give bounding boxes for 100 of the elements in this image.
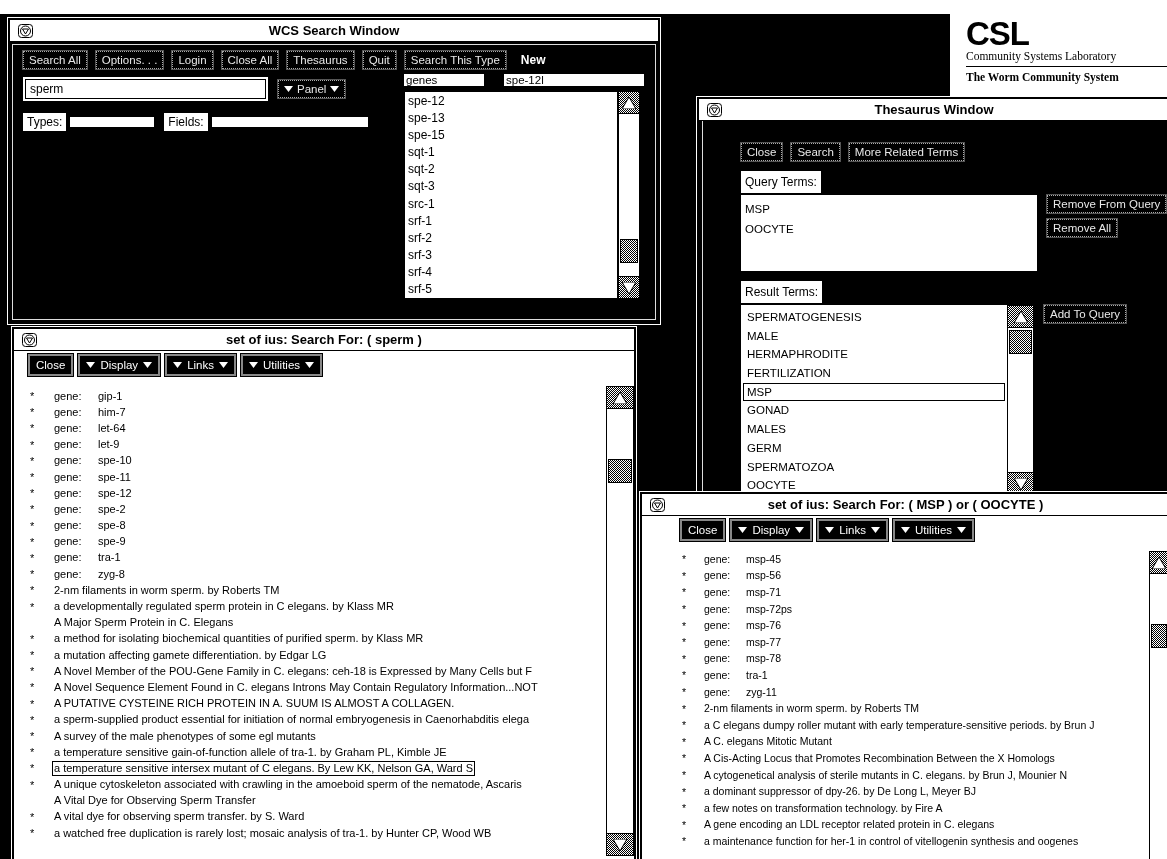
menu-button[interactable]: Links xyxy=(817,519,888,541)
types-field[interactable] xyxy=(70,117,155,127)
list-item[interactable]: MALES xyxy=(743,420,1005,439)
result-title[interactable]: 2-nm filaments in worm sperm. by Roberts TM xyxy=(702,701,922,717)
result-title[interactable]: A Novel Member of the POU-Gene Family in C. elegans: ceh-18 is Expressed by Many Cells but F xyxy=(52,663,535,679)
result-row[interactable]: gene: msp-78 xyxy=(702,651,783,667)
scroll-thumb[interactable] xyxy=(608,459,632,483)
result-title[interactable]: A Novel Sequence Element Found in C. elegans Introns May Contain Regulatory Information...NOT xyxy=(52,679,540,695)
result-title[interactable]: A gene encoding an LDL receptor related protein in C. elegans xyxy=(702,817,997,833)
result-title[interactable]: A vital dye for observing sperm transfer. by S. Ward xyxy=(52,809,307,825)
menu-button[interactable]: Utilities xyxy=(893,519,975,541)
term-field[interactable]: spe-12l xyxy=(504,74,644,86)
list-item[interactable]: sqt-3 xyxy=(408,178,614,196)
list-item[interactable]: MSP xyxy=(743,382,1005,402)
result-title[interactable]: a mutation affecting gamete differentiation. by Edgar LG xyxy=(52,647,329,663)
button[interactable]: Search xyxy=(791,143,840,161)
list-item[interactable]: srf-2 xyxy=(408,229,614,247)
result-row[interactable]: gene: let-9 xyxy=(52,437,122,453)
window-menu-icon[interactable] xyxy=(18,23,33,38)
list-item[interactable]: spe-13 xyxy=(408,110,614,128)
button[interactable]: Remove From Query xyxy=(1047,195,1167,213)
list-item[interactable]: MSP xyxy=(745,199,1033,219)
result-title[interactable]: a temperature sensitive intersex mutant of C elegans. By Lew KK, Nelson GA, Ward S xyxy=(52,760,475,776)
result-row[interactable]: gene: zyg-11 xyxy=(702,684,779,700)
list-item[interactable]: sqt-2 xyxy=(408,161,614,179)
list-item[interactable]: SPERMATOZOA xyxy=(743,457,1005,477)
down-arrow-icon[interactable] xyxy=(622,281,636,294)
result-row[interactable]: gene: tra-1 xyxy=(702,667,770,683)
result-title[interactable]: a few notes on transformation technology. by Fire A xyxy=(702,800,945,816)
button[interactable]: Close All xyxy=(221,51,279,69)
result-title[interactable]: A C. elegans Mitotic Mutant xyxy=(702,734,834,750)
window-menu-icon[interactable] xyxy=(22,332,37,347)
list-item[interactable]: SPERMATOGENESIS xyxy=(743,308,1005,327)
result-title[interactable]: a method for isolating biochemical quantities of purified sperm. by Klass MR xyxy=(52,631,426,647)
list-item[interactable]: OOCYTE xyxy=(743,476,1005,495)
result-row[interactable]: gene: him-7 xyxy=(52,404,128,420)
list-item[interactable]: sqt-1 xyxy=(408,144,614,162)
button[interactable]: Close xyxy=(680,519,726,541)
scrollbar[interactable] xyxy=(618,91,640,299)
result-title[interactable]: a C elegans dumpy roller mutant with early temperature-sensitive periods. by Brun J xyxy=(702,717,1097,733)
button[interactable]: Close xyxy=(741,143,783,161)
result-title[interactable]: a dominant suppressor of dpy-26. by De Long L, Meyer BJ xyxy=(702,784,978,800)
up-arrow-icon[interactable] xyxy=(613,391,627,404)
scrollbar[interactable] xyxy=(606,386,634,856)
button[interactable]: Thesaurus xyxy=(287,51,354,69)
result-title[interactable]: a maintenance function for her-1 in control of vitellogenin synthesis and oogenes xyxy=(702,833,1081,849)
menu-button[interactable]: Display xyxy=(730,519,813,541)
down-arrow-icon[interactable] xyxy=(1013,477,1028,490)
result-row[interactable]: gene: msp-56 xyxy=(702,568,783,584)
result-title[interactable]: a sperm-supplied product essential for initiation of normal embryogenesis in Caenorhabditis elega xyxy=(52,712,532,728)
result-title[interactable]: A Cis-Acting Locus that Promotes Recombination Between the X Homologs xyxy=(702,750,1057,766)
list-item[interactable]: srf-3 xyxy=(408,246,614,264)
result-row[interactable]: gene: msp-45 xyxy=(702,551,783,567)
list-item[interactable]: GONAD xyxy=(743,401,1005,421)
result-row[interactable]: gene: spe-11 xyxy=(52,469,133,485)
result-title[interactable]: a temperature sensitive gain-of-function allele of tra-1. by Graham PL, Kimble JE xyxy=(52,744,449,760)
list-item[interactable]: spe-12 xyxy=(408,93,614,111)
list-item[interactable]: FERTILIZATION xyxy=(743,364,1005,383)
result-row[interactable]: gene: gip-1 xyxy=(52,388,125,404)
result-row[interactable]: gene: msp-76 xyxy=(702,618,783,634)
result-title[interactable]: a developmentally regulated sperm protein in C elegans. by Klass MR xyxy=(52,599,396,615)
button[interactable]: Remove All xyxy=(1047,219,1118,237)
fields-field[interactable] xyxy=(211,117,368,127)
scroll-thumb[interactable] xyxy=(1009,330,1032,354)
panel-menu[interactable]: Panel xyxy=(278,80,346,98)
menu-button[interactable]: Display xyxy=(78,354,161,376)
list-item[interactable]: OOCYTE xyxy=(745,219,1033,239)
result-title[interactable]: A Vital Dye for Observing Sperm Transfer xyxy=(52,793,258,809)
button[interactable]: Quit xyxy=(362,51,396,69)
result-row[interactable]: gene: spe-2 xyxy=(52,501,128,517)
list-item[interactable]: MALE xyxy=(743,326,1005,346)
search-field[interactable]: sperm xyxy=(23,77,268,101)
scrollbar[interactable] xyxy=(1149,551,1167,859)
result-title[interactable]: A survey of the male phenotypes of some egl mutants xyxy=(52,728,318,744)
result-row[interactable]: gene: let-64 xyxy=(52,420,128,436)
result-row[interactable]: gene: zyg-8 xyxy=(52,566,127,582)
list-item[interactable]: spe-15 xyxy=(408,127,614,145)
result-title[interactable]: a watched free duplication is rarely lost; mosaic analysis of tra-1. by Hunter CP, Wood WB xyxy=(52,825,494,841)
up-arrow-icon[interactable] xyxy=(1013,310,1028,323)
list-item[interactable]: srf-4 xyxy=(408,263,614,282)
menu-button[interactable]: Utilities xyxy=(241,354,323,376)
list-item[interactable]: HERMAPHRODITE xyxy=(743,345,1005,365)
result-row[interactable]: gene: msp-77 xyxy=(702,634,783,650)
button[interactable]: More Related Terms xyxy=(848,143,965,161)
button[interactable]: Search This Type xyxy=(404,51,506,69)
result-title[interactable]: 2-nm filaments in worm sperm. by Roberts TM xyxy=(52,582,282,598)
button[interactable]: Search All xyxy=(23,51,87,69)
button[interactable]: Close xyxy=(28,354,74,376)
up-arrow-icon[interactable] xyxy=(622,96,636,109)
scroll-thumb[interactable] xyxy=(620,239,638,263)
menu-button[interactable]: Links xyxy=(165,354,236,376)
result-row[interactable]: gene: spe-8 xyxy=(52,518,128,534)
button[interactable]: Add To Query xyxy=(1044,305,1127,323)
scroll-thumb[interactable] xyxy=(1151,624,1167,648)
result-row[interactable]: gene: msp-72ps xyxy=(702,601,795,617)
button[interactable]: Options. . . xyxy=(95,51,164,69)
result-title[interactable]: A PUTATIVE CYSTEINE RICH PROTEIN IN A. SUUM IS ALMOST A COLLAGEN. xyxy=(52,696,457,712)
list-item[interactable]: srf-5 xyxy=(408,281,614,298)
result-row[interactable]: gene: tra-1 xyxy=(52,550,123,566)
term-list[interactable]: spe-12 spe-13 spe-15 sqt-1 sqt-2 sqt-3 src-1 srf-1 srf-2 srf-3 srf-4 srf-5 xyxy=(404,91,618,299)
